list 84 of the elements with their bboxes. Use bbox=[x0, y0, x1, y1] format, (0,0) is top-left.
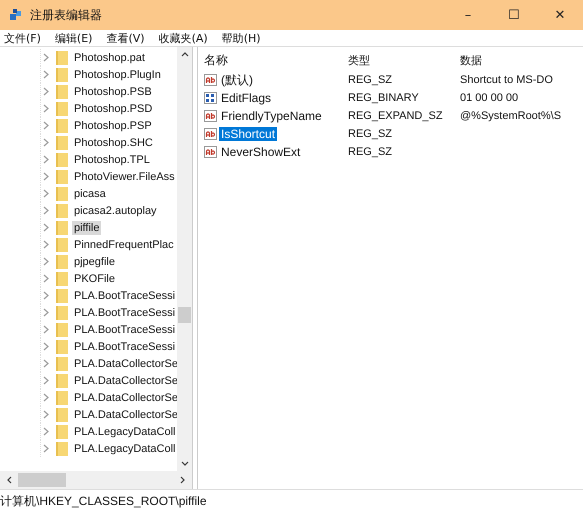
folder-icon bbox=[56, 204, 68, 218]
scroll-down-icon[interactable] bbox=[180, 461, 188, 467]
menu-item[interactable]: 收藏夹(A) bbox=[158, 30, 208, 46]
folder-icon bbox=[56, 288, 68, 302]
tree-item[interactable]: Photoshop.pat bbox=[72, 50, 147, 64]
tree-item[interactable]: picasa bbox=[72, 186, 108, 200]
folder-icon bbox=[56, 306, 68, 320]
folder-icon bbox=[56, 170, 68, 184]
folder-icon bbox=[56, 136, 68, 150]
column-header[interactable]: 数据 bbox=[460, 52, 583, 68]
scroll-thumb[interactable] bbox=[178, 307, 191, 323]
folder-icon bbox=[56, 322, 68, 336]
value-name[interactable]: (默认) bbox=[219, 72, 255, 88]
folder-icon bbox=[56, 254, 68, 268]
menu-item[interactable]: 文件(F) bbox=[4, 30, 41, 46]
menu-item[interactable]: 编辑(E) bbox=[54, 30, 92, 46]
tree-item[interactable]: PinnedFrequentPlac bbox=[72, 238, 176, 252]
column-header[interactable]: 名称 bbox=[198, 52, 348, 68]
tree-item[interactable]: Photoshop.SHC bbox=[72, 136, 155, 150]
folder-icon bbox=[56, 186, 68, 200]
tree-item[interactable]: PLA.BootTraceSessi bbox=[72, 340, 177, 354]
menu-item[interactable]: 查看(V) bbox=[106, 30, 145, 46]
tree-item[interactable]: PKOFile bbox=[72, 272, 117, 286]
value-type: REG_SZ bbox=[348, 74, 394, 86]
tree-item[interactable]: PLA.BootTraceSessi bbox=[72, 306, 177, 320]
folder-icon bbox=[56, 152, 68, 166]
tree-item[interactable]: Photoshop.TPL bbox=[72, 152, 152, 166]
tree-item[interactable]: Photoshop.PlugIn bbox=[72, 68, 163, 82]
folder-icon bbox=[56, 238, 68, 252]
status-path: 计算机\HKEY_CLASSES_ROOT\piffile bbox=[0, 492, 207, 510]
ab-string-icon bbox=[204, 110, 217, 122]
maximize-button[interactable]: ☐ bbox=[491, 0, 537, 30]
folder-icon bbox=[56, 68, 68, 82]
ab-string-icon bbox=[204, 146, 217, 158]
folder-icon bbox=[56, 50, 68, 64]
folder-icon bbox=[56, 340, 68, 354]
tree-item[interactable]: PLA.LegacyDataColl bbox=[72, 424, 177, 438]
binary-value-icon bbox=[204, 92, 217, 104]
tree-item[interactable]: piffile bbox=[72, 220, 102, 234]
value-type: REG_BINARY bbox=[348, 92, 420, 104]
tree-item[interactable]: PLA.BootTraceSessi bbox=[72, 288, 177, 302]
horizontal-scrollbar[interactable] bbox=[0, 471, 192, 489]
value-name[interactable]: EditFlags bbox=[219, 91, 274, 105]
folder-icon bbox=[56, 272, 68, 286]
tree-item[interactable]: PLA.LegacyDataColl bbox=[72, 442, 177, 456]
folder-icon bbox=[56, 220, 68, 234]
scroll-right-icon[interactable] bbox=[180, 476, 186, 484]
value-name[interactable]: IsShortcut bbox=[219, 127, 278, 141]
window-title: 注册表编辑器 bbox=[30, 6, 102, 24]
minimize-button[interactable]: – bbox=[445, 0, 491, 30]
value-data: 01 00 00 00 bbox=[460, 92, 520, 104]
folder-icon bbox=[56, 408, 68, 422]
folder-icon bbox=[56, 390, 68, 404]
folder-icon bbox=[56, 374, 68, 388]
folder-icon bbox=[56, 102, 68, 116]
scroll-up-icon[interactable] bbox=[180, 51, 188, 57]
close-button[interactable]: ✕ bbox=[537, 0, 583, 30]
ab-string-icon bbox=[204, 74, 217, 86]
folder-icon bbox=[56, 424, 68, 438]
value-type: REG_SZ bbox=[348, 146, 394, 158]
value-name[interactable]: NeverShowExt bbox=[219, 145, 302, 159]
registry-cubes-icon bbox=[8, 7, 24, 23]
folder-icon bbox=[56, 84, 68, 98]
value-name[interactable]: FriendlyTypeName bbox=[219, 109, 324, 123]
tree-item[interactable]: PLA.BootTraceSessi bbox=[72, 322, 177, 336]
tree-item[interactable]: Photoshop.PSD bbox=[72, 102, 154, 116]
tree-item[interactable]: PhotoViewer.FileAss bbox=[72, 170, 177, 184]
menu-item[interactable]: 帮助(H) bbox=[222, 30, 261, 46]
tree-item[interactable]: Photoshop.PSB bbox=[72, 84, 154, 98]
value-type: REG_SZ bbox=[348, 128, 394, 140]
value-data: @%SystemRoot%\S bbox=[460, 110, 562, 122]
tree-item[interactable]: pjpegfile bbox=[72, 254, 117, 268]
column-header[interactable]: 类型 bbox=[348, 52, 460, 68]
tree-item[interactable]: Photoshop.PSP bbox=[72, 118, 154, 132]
folder-icon bbox=[56, 442, 68, 456]
value-type: REG_EXPAND_SZ bbox=[348, 110, 444, 122]
folder-icon bbox=[56, 118, 68, 132]
tree-item[interactable]: picasa2.autoplay bbox=[72, 204, 159, 218]
scroll-thumb[interactable] bbox=[18, 473, 66, 487]
scroll-left-icon[interactable] bbox=[6, 476, 12, 484]
value-data: Shortcut to MS-DO bbox=[460, 74, 554, 86]
folder-icon bbox=[56, 356, 68, 370]
ab-string-icon bbox=[204, 128, 217, 140]
vertical-scrollbar[interactable] bbox=[177, 47, 192, 471]
